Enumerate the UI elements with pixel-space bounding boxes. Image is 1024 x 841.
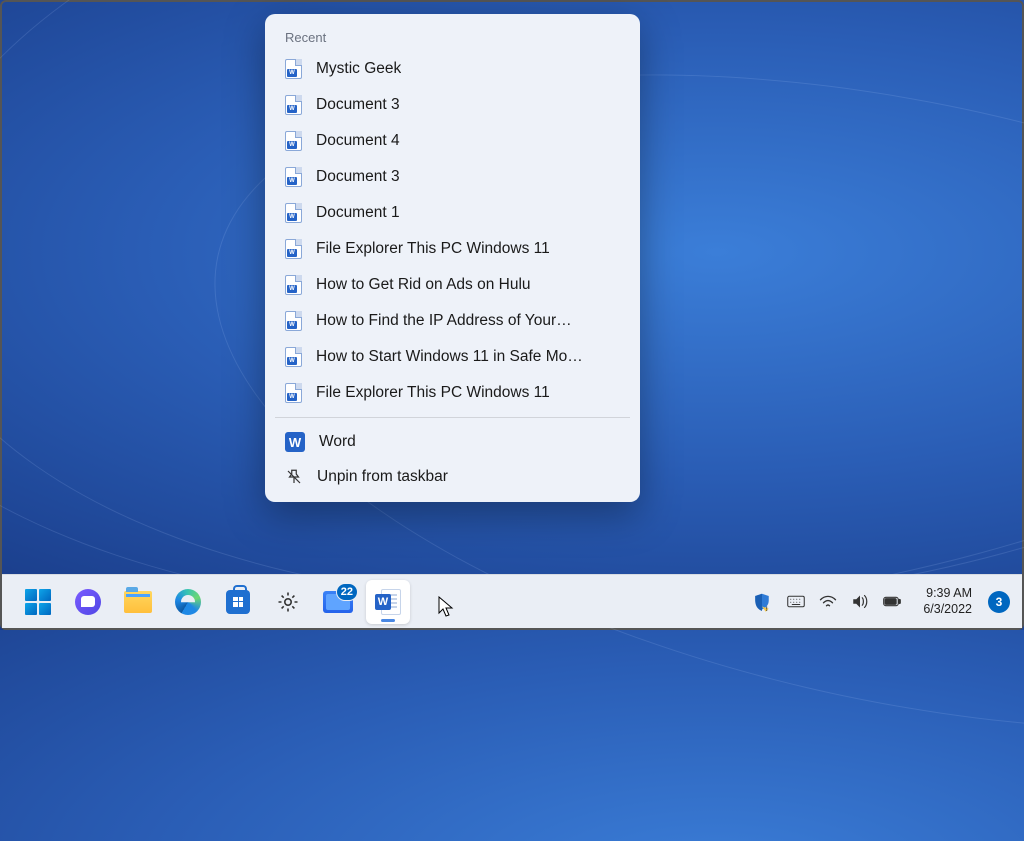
jumplist-section-header: Recent (265, 20, 640, 51)
folder-icon (124, 591, 152, 613)
open-app-item[interactable]: W Word (265, 424, 640, 460)
recent-document[interactable]: W Document 3 (265, 87, 640, 123)
word-button[interactable]: W (366, 580, 410, 624)
recent-document[interactable]: W Document 4 (265, 123, 640, 159)
recent-document-label: Document 3 (316, 168, 400, 186)
unpin-from-taskbar[interactable]: Unpin from taskbar (265, 460, 640, 494)
date-label: 6/3/2022 (923, 602, 972, 618)
word-document-icon: W (285, 275, 302, 295)
microsoft-store-button[interactable] (216, 580, 260, 624)
recent-document-label: How to Find the IP Address of Your… (316, 312, 572, 330)
recent-document[interactable]: W Mystic Geek (265, 51, 640, 87)
taskbar: 22 W ! 9:39 AM 6/3/20 (2, 574, 1022, 628)
recent-document-label: File Explorer This PC Windows 11 (316, 240, 550, 258)
recent-document[interactable]: W How to Start Windows 11 in Safe Mo… (265, 339, 640, 375)
volume-icon[interactable] (851, 593, 869, 611)
keyboard-icon[interactable] (787, 593, 805, 611)
phone-link-button[interactable]: 22 (316, 580, 360, 624)
windows-logo-icon (25, 589, 51, 615)
chat-icon (75, 589, 101, 615)
word-document-icon: W (285, 203, 302, 223)
separator (275, 417, 630, 418)
word-app-icon: W (285, 432, 305, 452)
word-document-icon: W (285, 95, 302, 115)
recent-document[interactable]: W File Explorer This PC Windows 11 (265, 375, 640, 411)
taskbar-pinned-apps: 22 W (16, 580, 410, 624)
word-document-icon: W (285, 311, 302, 331)
notification-badge: 22 (336, 583, 358, 601)
open-app-label: Word (319, 433, 356, 451)
edge-icon (175, 589, 201, 615)
word-document-icon: W (285, 347, 302, 367)
recent-document[interactable]: W File Explorer This PC Windows 11 (265, 231, 640, 267)
start-button[interactable] (16, 580, 60, 624)
file-explorer-button[interactable] (116, 580, 160, 624)
recent-document-label: Mystic Geek (316, 60, 401, 78)
store-icon (226, 590, 250, 614)
word-document-icon: W (285, 239, 302, 259)
recent-document-label: Document 1 (316, 204, 400, 222)
chat-button[interactable] (66, 580, 110, 624)
recent-document-label: How to Start Windows 11 in Safe Mo… (316, 348, 583, 366)
recent-document-label: Document 3 (316, 96, 400, 114)
wifi-icon[interactable] (819, 593, 837, 611)
windows-security-icon[interactable]: ! (753, 593, 771, 611)
system-tray (781, 593, 907, 611)
notification-center-button[interactable]: 3 (988, 591, 1010, 613)
settings-button[interactable] (266, 580, 310, 624)
unpin-icon (285, 468, 303, 486)
recent-document[interactable]: W How to Get Rid on Ads on Hulu (265, 267, 640, 303)
recent-document-label: How to Get Rid on Ads on Hulu (316, 276, 531, 294)
gear-icon (276, 590, 300, 614)
word-document-icon: W (285, 167, 302, 187)
svg-text:!: ! (766, 607, 768, 612)
recent-document[interactable]: W Document 1 (265, 195, 640, 231)
recent-document-label: File Explorer This PC Windows 11 (316, 384, 550, 402)
word-document-icon: W (285, 131, 302, 151)
word-document-icon: W (285, 383, 302, 403)
unpin-label: Unpin from taskbar (317, 468, 448, 486)
recent-document-label: Document 4 (316, 132, 400, 150)
time-label: 9:39 AM (923, 586, 972, 602)
recent-document[interactable]: W How to Find the IP Address of Your… (265, 303, 640, 339)
word-jumplist: Recent W Mystic Geek W Document 3 W Docu… (265, 14, 640, 502)
clock[interactable]: 9:39 AM 6/3/2022 (917, 586, 978, 617)
recent-document[interactable]: W Document 3 (265, 159, 640, 195)
mouse-cursor-icon (438, 596, 454, 618)
notification-count: 3 (996, 595, 1003, 609)
edge-button[interactable] (166, 580, 210, 624)
word-document-icon: W (285, 59, 302, 79)
taskbar-system-area: ! 9:39 AM 6/3/2022 3 (753, 586, 1012, 617)
battery-icon[interactable] (883, 593, 901, 611)
word-icon: W (375, 589, 401, 615)
